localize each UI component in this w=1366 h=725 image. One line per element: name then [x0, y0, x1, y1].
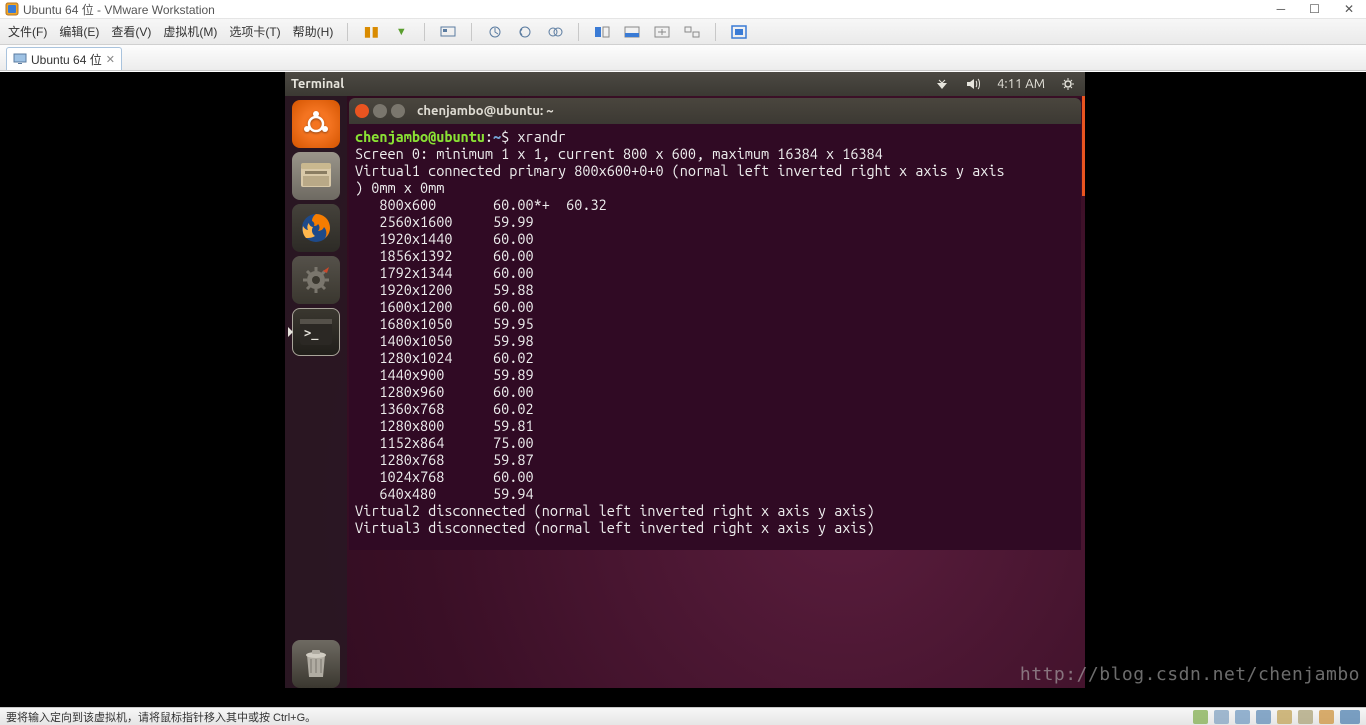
screen-edge-indicator: [1082, 96, 1085, 196]
tray-display-icon[interactable]: [1340, 710, 1360, 724]
stretch-icon[interactable]: [653, 23, 671, 41]
panel-clock[interactable]: 4:11 AM: [997, 77, 1045, 91]
launcher-trash[interactable]: [292, 640, 340, 688]
launcher-firefox[interactable]: [292, 204, 340, 252]
window-title: Ubuntu 64 位 - VMware Workstation: [23, 1, 215, 18]
ubuntu-desktop[interactable]: Terminal 4:11 AM >_: [285, 72, 1085, 688]
minimize-button[interactable]: ─: [1277, 2, 1286, 16]
menu-tabs[interactable]: 选项卡(T): [229, 23, 280, 40]
menu-file[interactable]: 文件(F): [8, 23, 47, 40]
launcher-terminal[interactable]: >_: [292, 308, 340, 356]
tray-floppy-icon[interactable]: [1235, 710, 1250, 724]
snapshot-icon[interactable]: [486, 23, 504, 41]
vmware-logo-icon: [4, 2, 19, 17]
volume-icon[interactable]: [965, 77, 981, 91]
menu-view[interactable]: 查看(V): [111, 23, 151, 40]
fullscreen-icon[interactable]: [730, 23, 748, 41]
pause-vm-icon[interactable]: ▮▮: [362, 23, 380, 41]
vmware-statusbar: 要将输入定向到该虚拟机，请将鼠标指针移入其中或按 Ctrl+G。: [0, 707, 1366, 725]
status-message: 要将输入定向到该虚拟机，请将鼠标指针移入其中或按 Ctrl+G。: [6, 709, 316, 725]
tray-sound-icon[interactable]: [1319, 710, 1334, 724]
menu-edit[interactable]: 编辑(E): [59, 23, 99, 40]
play-dropdown-icon[interactable]: ▼: [392, 23, 410, 41]
term-close-button[interactable]: [355, 104, 369, 118]
snapshot-manager-icon[interactable]: [546, 23, 564, 41]
term-maximize-button[interactable]: [391, 104, 405, 118]
snapshot-revert-icon[interactable]: [516, 23, 534, 41]
launcher-settings[interactable]: [292, 256, 340, 304]
tray-disk-icon[interactable]: [1193, 710, 1208, 724]
svg-text:>_: >_: [304, 326, 319, 341]
view-console-icon[interactable]: [593, 23, 611, 41]
window-controls: ─ ☐ ✕: [1277, 2, 1362, 16]
tray-net-icon[interactable]: [1256, 710, 1271, 724]
launcher-dash[interactable]: [292, 100, 340, 148]
gear-icon[interactable]: [1061, 77, 1075, 91]
vm-tab-label: Ubuntu 64 位: [31, 51, 102, 68]
tray-cd-icon[interactable]: [1214, 710, 1229, 724]
tab-close-icon[interactable]: ✕: [106, 53, 115, 66]
unity-icon[interactable]: [683, 23, 701, 41]
terminal-title: chenjambo@ubuntu: ~: [417, 104, 554, 118]
vmware-tabbar: Ubuntu 64 位 ✕: [0, 45, 1366, 71]
vm-tab-ubuntu[interactable]: Ubuntu 64 位 ✕: [6, 47, 122, 70]
menu-vm[interactable]: 虚拟机(M): [163, 23, 217, 40]
tray-printer-icon[interactable]: [1298, 710, 1313, 724]
vm-display-area[interactable]: Terminal 4:11 AM >_: [0, 72, 1366, 707]
view-thumb-icon[interactable]: [623, 23, 641, 41]
network-icon[interactable]: [935, 77, 949, 91]
maximize-button[interactable]: ☐: [1309, 2, 1320, 16]
tray-usb-icon[interactable]: [1277, 710, 1292, 724]
send-ctrl-alt-del-icon[interactable]: [439, 23, 457, 41]
menu-help[interactable]: 帮助(H): [293, 23, 334, 40]
unity-launcher: >_: [285, 96, 347, 688]
status-tray: [1193, 710, 1360, 724]
vmware-menubar: 文件(F) 编辑(E) 查看(V) 虚拟机(M) 选项卡(T) 帮助(H) ▮▮…: [0, 19, 1366, 45]
close-button[interactable]: ✕: [1344, 2, 1354, 16]
terminal-window[interactable]: chenjambo@ubuntu: ~ chenjambo@ubuntu:~$ …: [349, 98, 1081, 550]
monitor-icon: [13, 52, 27, 66]
launcher-files[interactable]: [292, 152, 340, 200]
terminal-titlebar[interactable]: chenjambo@ubuntu: ~: [349, 98, 1081, 124]
term-minimize-button[interactable]: [373, 104, 387, 118]
panel-app-title: Terminal: [285, 77, 344, 91]
ubuntu-top-panel: Terminal 4:11 AM: [285, 72, 1085, 96]
vmware-titlebar: Ubuntu 64 位 - VMware Workstation ─ ☐ ✕: [0, 0, 1366, 19]
terminal-body[interactable]: chenjambo@ubuntu:~$ xrandr Screen 0: min…: [349, 124, 1081, 540]
